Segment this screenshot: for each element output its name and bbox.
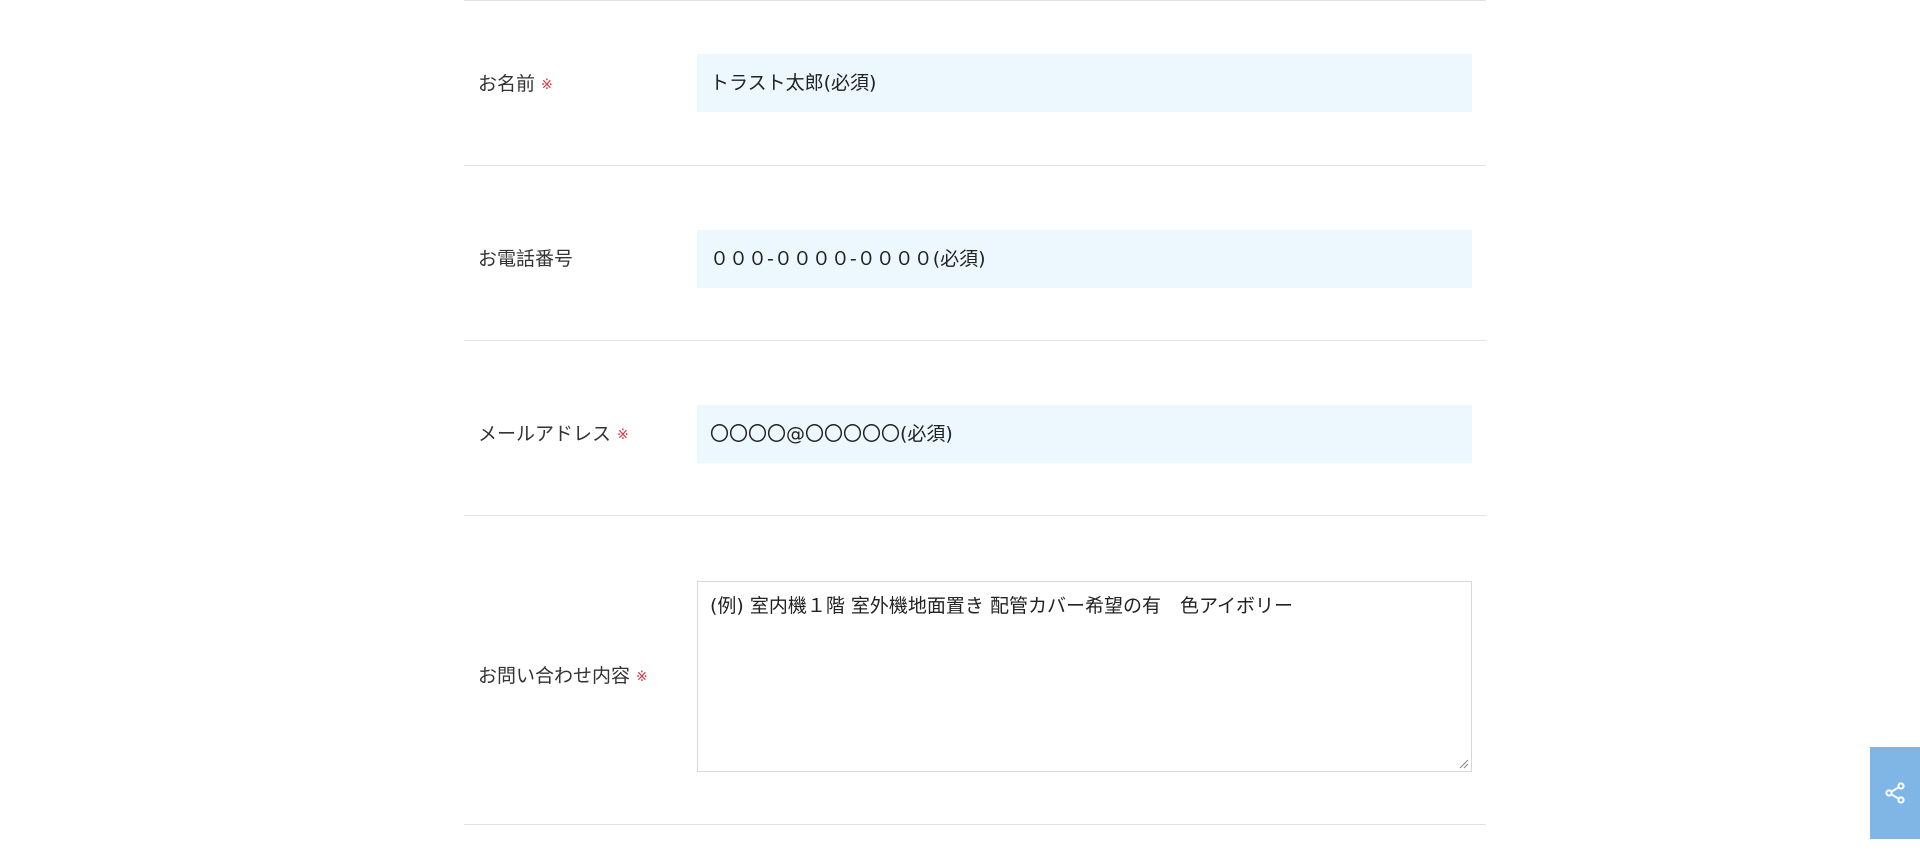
contact-form: お名前 ※ トラスト太郎(必須) お電話番号 ０００-００００-００００(必須) … — [464, 0, 1486, 854]
required-mark: ※ — [636, 669, 648, 685]
phone-label: お電話番号 — [478, 247, 573, 271]
form-row-email: メールアドレス ※ 〇〇〇〇@〇〇〇〇〇(必須) — [464, 340, 1486, 516]
inquiry-textarea[interactable]: (例) 室内機１階 室外機地面置き 配管カバー希望の有 色アイボリー — [697, 581, 1472, 772]
form-row-inquiry: お問い合わせ内容 ※ (例) 室内機１階 室外機地面置き 配管カバー希望の有 色ア… — [464, 515, 1486, 825]
share-button[interactable] — [1870, 747, 1920, 839]
phone-label-text: お電話番号 — [478, 248, 574, 270]
form-row-name: お名前 ※ トラスト太郎(必須) — [464, 0, 1486, 166]
inquiry-label-text: お問い合わせ内容 — [478, 665, 631, 687]
name-input[interactable]: トラスト太郎(必須) — [697, 54, 1472, 112]
inquiry-label: お問い合わせ内容 ※ — [478, 664, 648, 689]
required-mark: ※ — [541, 77, 553, 93]
phone-input[interactable]: ０００-００００-００００(必須) — [697, 230, 1472, 288]
resize-grip-icon[interactable] — [1457, 757, 1469, 769]
form-row-phone: お電話番号 ０００-００００-００００(必須) — [464, 165, 1486, 341]
name-label-text: お名前 — [478, 73, 536, 95]
required-mark: ※ — [617, 427, 629, 443]
share-icon — [1885, 782, 1905, 804]
email-label: メールアドレス ※ — [478, 422, 629, 447]
name-label: お名前 ※ — [478, 72, 553, 97]
inquiry-textarea-text: (例) 室内機１階 室外機地面置き 配管カバー希望の有 色アイボリー — [710, 595, 1293, 617]
email-input[interactable]: 〇〇〇〇@〇〇〇〇〇(必須) — [697, 405, 1472, 463]
email-label-text: メールアドレス — [478, 423, 612, 445]
